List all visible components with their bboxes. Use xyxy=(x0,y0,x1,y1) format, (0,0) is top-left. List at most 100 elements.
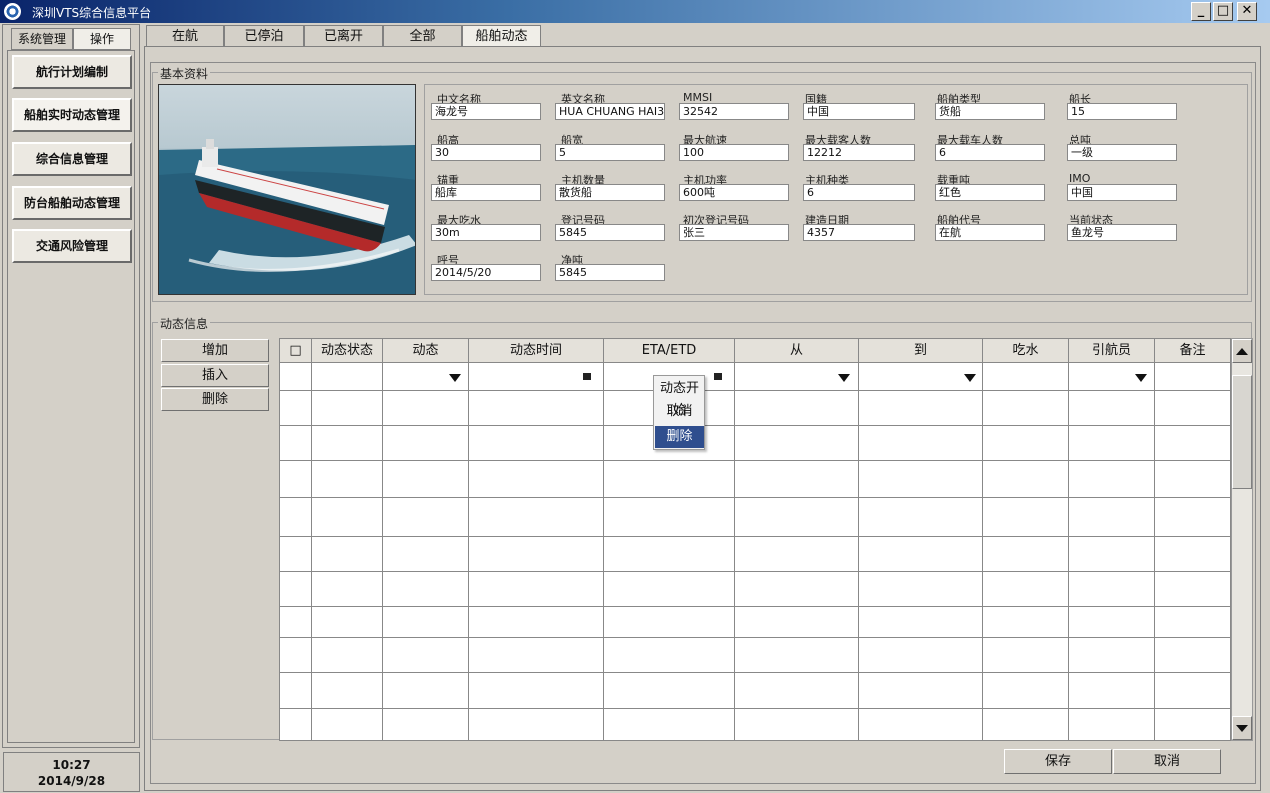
minimize-button[interactable]: _ xyxy=(1191,2,1211,21)
table-row-divider xyxy=(280,425,1230,426)
scroll-down-icon xyxy=(1236,725,1248,732)
table-vertical-scrollbar[interactable] xyxy=(1231,338,1253,741)
chevron-down-icon[interactable] xyxy=(449,374,461,382)
field-value[interactable]: 12212 xyxy=(803,144,915,161)
table-row-divider xyxy=(280,460,1230,461)
field-value[interactable]: 中国 xyxy=(803,103,915,120)
table-row-divider xyxy=(280,708,1230,709)
save-button[interactable]: 保存 xyxy=(1004,749,1112,774)
window-title: 深圳VTS综合信息平台 xyxy=(32,6,152,20)
delete-button[interactable]: 删除 xyxy=(161,388,269,411)
ship-illustration xyxy=(159,139,415,294)
header-pilot[interactable]: 引航员 xyxy=(1069,339,1155,363)
tab-system-management[interactable]: 系统管理 xyxy=(11,28,73,50)
title-bar: 深圳VTS综合信息平台 _ □ ✕ xyxy=(0,0,1270,23)
insert-button[interactable]: 插入 xyxy=(161,364,269,387)
field-value[interactable]: 4357 xyxy=(803,224,915,241)
field-value[interactable]: 5 xyxy=(555,144,665,161)
column-divider xyxy=(311,363,312,740)
field-value[interactable]: 红色 xyxy=(935,184,1045,201)
tab-all[interactable]: 全部 xyxy=(383,25,462,48)
header-dynamic[interactable]: 动态 xyxy=(383,339,469,363)
field-value[interactable]: HUA CHUANG HAI3 xyxy=(555,103,665,120)
nav-realtime-dynamics[interactable]: 船舶实时动态管理 xyxy=(12,98,132,132)
field-value[interactable]: 货船 xyxy=(935,103,1045,120)
basic-info-title: 基本资料 xyxy=(158,65,211,82)
ship-photo xyxy=(158,84,416,295)
field-value[interactable]: 100 xyxy=(679,144,789,161)
clock: 10:27 2014/9/28 xyxy=(3,752,140,792)
table-row-divider xyxy=(280,390,1230,391)
nav-integrated-info[interactable]: 综合信息管理 xyxy=(12,142,132,176)
header-dynamic-status[interactable]: 动态状态 xyxy=(312,339,383,363)
context-menu: 动态开始 取消 删除 xyxy=(653,375,705,450)
nav-typhoon-dynamics[interactable]: 防台船舶动态管理 xyxy=(12,186,132,220)
dynamics-table: □ 动态状态 动态 动态时间 ETA/ETD 从到吃水 引航员 备注 xyxy=(279,338,1231,741)
field-value[interactable]: 鱼龙号 xyxy=(1067,224,1177,241)
field-value[interactable]: 15 xyxy=(1067,103,1177,120)
table-row-divider xyxy=(280,571,1230,572)
calendar-icon[interactable] xyxy=(583,373,591,380)
maximize-button[interactable]: □ xyxy=(1213,2,1233,21)
header-draft[interactable]: 吃水 xyxy=(983,339,1069,363)
field-value[interactable]: 600吨 xyxy=(679,184,789,201)
field-value[interactable]: 散货船 xyxy=(555,184,665,201)
basic-info-fields: 中文名称 海龙号 英文名称 HUA CHUANG HAI3 MMSI 32542 国籍 中国船… xyxy=(424,84,1248,295)
nav-voyage-plan[interactable]: 航行计划编制 xyxy=(12,55,132,89)
field-value[interactable]: 30 xyxy=(431,144,541,161)
table-row-divider xyxy=(280,536,1230,537)
field-value[interactable]: 张三 xyxy=(679,224,789,241)
field-value[interactable]: 32542 xyxy=(679,103,789,120)
field-value[interactable]: 6 xyxy=(935,144,1045,161)
chevron-down-icon[interactable] xyxy=(964,374,976,382)
tab-departed[interactable]: 已离开 xyxy=(304,25,383,48)
table-row-divider xyxy=(280,606,1230,607)
dynamic-info-title: 动态信息 xyxy=(158,315,211,332)
table-row-divider xyxy=(280,672,1230,673)
nav-traffic-risk[interactable]: 交通风险管理 xyxy=(12,229,132,263)
menu-item-cancel[interactable]: 取消 xyxy=(655,401,704,423)
add-button[interactable]: 增加 xyxy=(161,339,269,362)
field-value[interactable]: 海龙号 xyxy=(431,103,541,120)
table-row-divider xyxy=(280,497,1230,498)
field-value[interactable]: 5845 xyxy=(555,224,665,241)
column-divider xyxy=(1068,363,1069,740)
tab-operation[interactable]: 操作 xyxy=(73,28,131,50)
cancel-button[interactable]: 取消 xyxy=(1113,749,1221,774)
close-button[interactable]: ✕ xyxy=(1237,2,1257,21)
menu-item-delete[interactable]: 删除 xyxy=(655,426,704,448)
header-from[interactable]: 从 xyxy=(735,339,859,363)
header-eta-etd[interactable]: ETA/ETD xyxy=(604,339,735,363)
field-value[interactable]: 6 xyxy=(803,184,915,201)
field-value[interactable]: 中国 xyxy=(1067,184,1177,201)
column-divider xyxy=(382,363,383,740)
column-divider xyxy=(1154,363,1155,740)
chevron-down-icon[interactable] xyxy=(1135,374,1147,382)
table-header: □ 动态状态 动态 动态时间 ETA/ETD 从到吃水 引航员 备注 xyxy=(280,339,1230,363)
field-value[interactable]: 2014/5/20 xyxy=(431,264,541,281)
header-to[interactable]: 到 xyxy=(859,339,983,363)
scroll-thumb[interactable] xyxy=(1232,375,1252,489)
field-value[interactable]: 一级 xyxy=(1067,144,1177,161)
tab-berthed[interactable]: 已停泊 xyxy=(224,25,304,48)
nav-container: 航行计划编制 船舶实时动态管理 综合信息管理 防台船舶动态管理 交通风险管理 xyxy=(7,50,135,743)
field-value[interactable]: 船库 xyxy=(431,184,541,201)
select-all-checkbox[interactable]: □ xyxy=(280,339,312,363)
field-value[interactable]: 在航 xyxy=(935,224,1045,241)
scroll-down-button[interactable] xyxy=(1232,716,1252,740)
field-value[interactable]: 5845 xyxy=(555,264,665,281)
table-row-divider xyxy=(280,637,1230,638)
column-divider xyxy=(858,363,859,740)
column-divider xyxy=(982,363,983,740)
chevron-down-icon[interactable] xyxy=(838,374,850,382)
header-remarks[interactable]: 备注 xyxy=(1155,339,1230,363)
field-value[interactable]: 30m xyxy=(431,224,541,241)
calendar-icon[interactable] xyxy=(714,373,722,380)
tab-underway[interactable]: 在航 xyxy=(146,25,224,48)
header-dynamic-time[interactable]: 动态时间 xyxy=(469,339,604,363)
column-divider xyxy=(734,363,735,740)
menu-item-start-dynamic[interactable]: 动态开始 xyxy=(655,378,704,418)
clock-date: 2014/9/28 xyxy=(37,774,106,788)
scroll-up-button[interactable] xyxy=(1232,339,1252,363)
left-panel: 系统管理 操作 航行计划编制 船舶实时动态管理 综合信息管理 防台船舶动态管理 … xyxy=(2,24,140,748)
